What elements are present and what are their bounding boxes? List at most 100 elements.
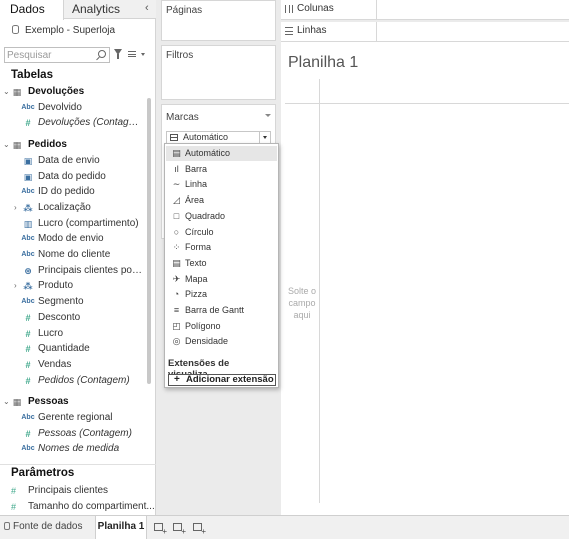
mark-option-3[interactable]: ∼ Linha (166, 177, 277, 192)
scrollbar-thumb[interactable] (147, 98, 151, 384)
mark-option-5[interactable]: □ Quadrado (166, 209, 277, 224)
mark-option-4[interactable]: ◿ Área (166, 193, 277, 208)
field-label: Devoluções (28, 86, 85, 97)
field-item[interactable]: # Lucro (0, 326, 146, 342)
mark-option-8[interactable]: ▤ Texto (166, 256, 277, 271)
string-type-icon: Abc (21, 235, 35, 243)
mark-option-6[interactable]: ○ Círculo (166, 225, 277, 240)
mark-option-2[interactable]: ıl Barra (166, 162, 277, 177)
filter-icon[interactable] (114, 49, 122, 59)
drop-field-hint[interactable]: Solte o campo aqui (285, 285, 319, 321)
mark-option-label: Automático (185, 148, 231, 158)
new-story-icon[interactable] (193, 523, 206, 536)
mark-option-13[interactable]: ◎ Densidade (166, 334, 277, 349)
field-item[interactable]: ⊛ Principais clientes por... (0, 263, 146, 279)
chevron-right-icon[interactable]: › (14, 200, 17, 216)
field-item[interactable]: Abc ID do pedido (0, 184, 146, 200)
mark-option-12[interactable]: ◰ Polígono (166, 319, 277, 334)
parameter-item[interactable]: # Tamanho do compartiment... (0, 499, 156, 515)
parameter-icon: # (11, 486, 17, 496)
field-label: Devolvido (38, 101, 82, 113)
mark-type-icon: ıl (174, 163, 179, 174)
field-item[interactable]: Abc Nome do cliente (0, 247, 146, 263)
tab-sheet-1[interactable]: Planilha 1 (95, 516, 147, 539)
field-item[interactable]: # Pessoas (Contagem) (0, 426, 146, 442)
field-item[interactable]: ▣ Data de envio (0, 153, 146, 169)
view-divider-vertical (319, 79, 320, 503)
field-item[interactable]: # Pedidos (Contagem) (0, 373, 146, 389)
search-icon[interactable] (98, 50, 106, 58)
calendar-icon: ▣ (23, 171, 33, 182)
field-item[interactable]: Abc Segmento (0, 294, 146, 310)
field-item[interactable]: › ⁂ Localização (0, 200, 146, 216)
columns-label: Colunas (297, 3, 334, 14)
tab-datasource[interactable]: Fonte de dados (4, 521, 83, 532)
measure-icon: # (25, 359, 31, 370)
dropdown-arrow-icon[interactable] (259, 132, 270, 143)
columns-shelf[interactable]: Colunas (281, 0, 569, 20)
columns-icon (285, 5, 293, 13)
mark-option-10[interactable]: ◔ Pizza (166, 287, 277, 302)
list-view-icon[interactable] (128, 51, 136, 57)
mark-option-7[interactable]: ⁘ Forma (166, 240, 277, 255)
mark-type-icon: ◎ (172, 336, 181, 347)
measure-icon: # (25, 375, 31, 386)
mark-option-label: Texto (185, 257, 207, 268)
add-extension-button[interactable]: + Adicionar extensão (168, 374, 276, 386)
pages-card-title: Páginas (166, 5, 203, 16)
field-item[interactable]: # Quantidade (0, 341, 146, 357)
field-label: Gerente regional (38, 412, 113, 423)
search-input[interactable] (7, 49, 93, 61)
datasource-item[interactable]: Exemplo - Superloja (12, 24, 115, 38)
chevron-down-icon[interactable]: ⌄ (3, 84, 10, 100)
tab-analytics[interactable]: Analytics (72, 0, 120, 19)
pages-card[interactable]: Páginas (161, 0, 276, 41)
mark-option-9[interactable]: ✈ Mapa (166, 272, 277, 287)
mark-type-icon: ✈ (172, 273, 181, 284)
field-item[interactable]: ▥ Lucro (compartimento) (0, 216, 146, 232)
field-item[interactable]: Abc Devolvido (0, 100, 146, 116)
field-item[interactable]: Abc Gerente regional (0, 410, 146, 426)
table-group[interactable]: ⌄ ▦ Devoluções (0, 84, 146, 100)
field-item[interactable]: › ⁂ Produto (0, 278, 146, 294)
sheet-title[interactable]: Planilha 1 (288, 54, 358, 72)
mark-type-icon: ◰ (172, 320, 181, 331)
field-item[interactable]: # Vendas (0, 357, 146, 373)
mark-option-label: Densidade (185, 336, 229, 347)
field-item[interactable]: Abc Nomes de medida (0, 441, 146, 457)
parameters-heading: Parâmetros (11, 467, 75, 479)
collapse-pane-button[interactable]: ‹ (145, 2, 149, 14)
search-box[interactable] (4, 47, 110, 63)
view-canvas[interactable]: Planilha 1 Solte o campo aqui (281, 43, 569, 515)
mark-option-1[interactable]: ▤ Automático (166, 146, 277, 161)
mark-type-icon: ◔ (173, 289, 180, 300)
chevron-down-icon[interactable]: ⌄ (3, 137, 10, 153)
database-icon (4, 522, 10, 530)
field-item[interactable]: ▣ Data do pedido (0, 169, 146, 185)
mark-type-icon: ▤ (172, 257, 181, 268)
chevron-down-icon[interactable] (265, 114, 271, 117)
mark-type-icon: ⁘ (172, 242, 181, 253)
field-item[interactable]: # Devoluções (Contage... (0, 115, 146, 131)
chevron-right-icon[interactable]: › (14, 278, 17, 294)
mark-option-11[interactable]: ≡ Barra de Gantt (166, 303, 277, 318)
tab-dados[interactable]: Dados (0, 0, 64, 20)
new-worksheet-icon[interactable] (154, 523, 167, 536)
table-icon: ▦ (12, 140, 22, 151)
field-item[interactable]: # Desconto (0, 310, 146, 326)
view-divider-horizontal (285, 103, 569, 104)
table-group[interactable]: ⌄ ▦ Pedidos (0, 137, 146, 153)
mark-option-label: Forma (185, 242, 212, 253)
rows-label: Linhas (297, 25, 327, 36)
chevron-down-icon[interactable]: ⌄ (3, 394, 10, 410)
filters-card[interactable]: Filtros (161, 45, 276, 100)
parameter-item[interactable]: # Principais clientes (0, 483, 156, 499)
measure-icon: # (25, 344, 31, 355)
field-item[interactable]: Abc Modo de envio (0, 231, 146, 247)
new-dashboard-icon[interactable] (173, 523, 186, 536)
chevron-down-icon[interactable] (141, 53, 145, 56)
table-group[interactable]: ⌄ ▦ Pessoas (0, 394, 146, 410)
string-type-icon: Abc (21, 103, 35, 111)
rows-shelf[interactable]: Linhas (281, 22, 569, 42)
mark-type-icon: □ (173, 210, 180, 221)
